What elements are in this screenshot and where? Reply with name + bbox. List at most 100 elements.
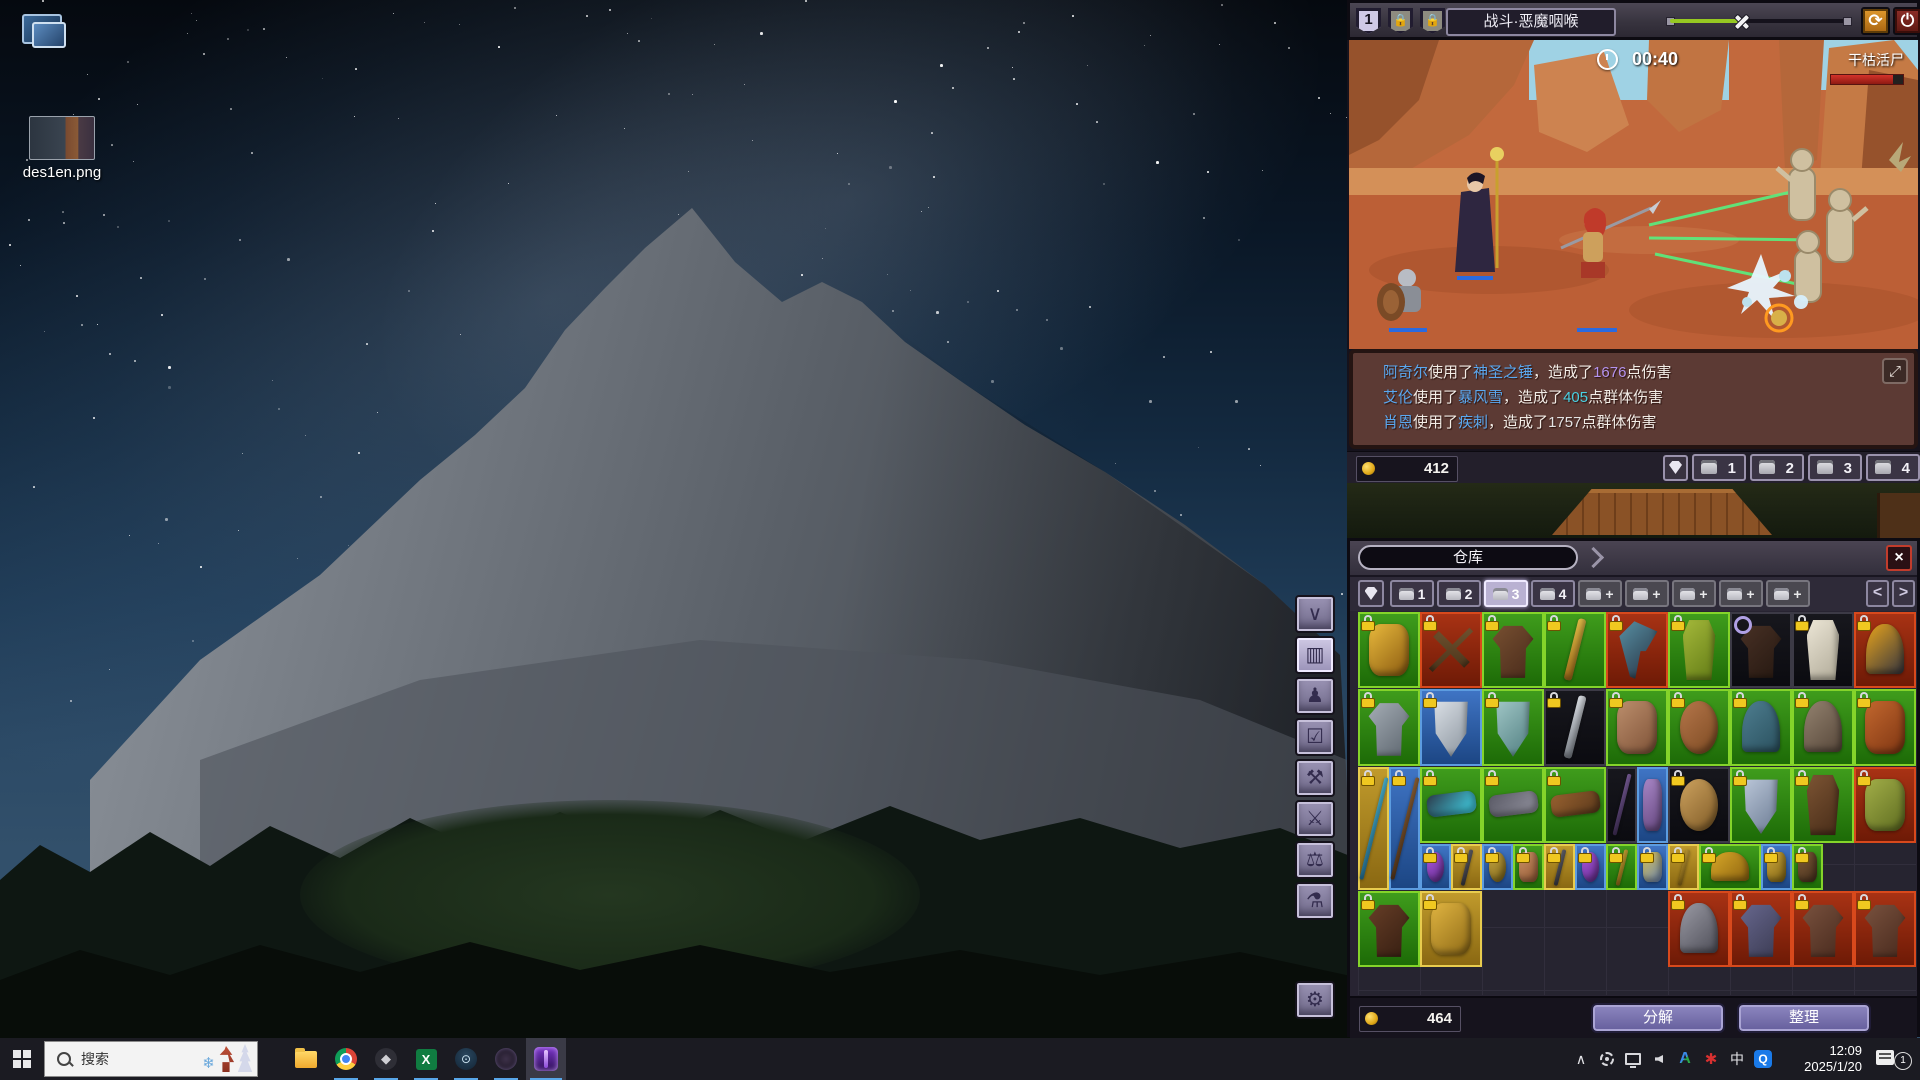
inventory-slot-gold-medal[interactable] [1482,844,1513,890]
inventory-slot-green-cloak[interactable] [1668,612,1730,688]
notification-center-button[interactable]: 1 [1868,1038,1920,1080]
toolbar-button-settings-gear-icon[interactable]: ⚙ [1295,981,1335,1019]
inventory-slot-bell-pendant[interactable] [1637,844,1668,890]
decompose-button[interactable]: 分解 [1591,1003,1725,1033]
inventory-slot-steel-shield[interactable] [1730,767,1792,843]
inventory-slot-dark-wand[interactable] [1606,767,1637,843]
tabs-next-button[interactable]: > [1892,580,1915,607]
sort-button[interactable]: 整理 [1737,1003,1871,1033]
inventory-slot-bone-wand[interactable] [1451,844,1482,890]
inventory-slot-leather-belt[interactable] [1544,767,1606,843]
inventory-slot-gold-hook[interactable] [1668,844,1699,890]
inventory-slot-strap-vest[interactable] [1792,891,1854,967]
inventory-slot-wooden-shield[interactable] [1668,689,1730,766]
inventory-slot-gold-plate[interactable] [1854,612,1916,688]
inventory-slot-strap-vest-2[interactable] [1854,891,1916,967]
warehouse-tab-add-1[interactable]: + [1578,580,1622,607]
team-button-4[interactable]: 4 [1866,454,1920,481]
inventory-slot-golden-spear[interactable] [1544,612,1606,688]
warehouse-tab-1[interactable]: 1 [1390,580,1434,607]
close-warehouse-button[interactable]: × [1886,545,1912,571]
inventory-slot-iron-rod[interactable] [1544,844,1575,890]
inventory-slot-violet-amulet[interactable] [1420,844,1451,890]
desktop-icon-pc[interactable] [20,12,64,52]
inventory-slot-bird-mask[interactable] [1854,689,1916,766]
warehouse-tab-add-3[interactable]: + [1672,580,1716,607]
taskbar-icon-steam[interactable]: ⊙ [446,1038,486,1080]
inventory-slot-gold-gauntlets[interactable] [1420,891,1482,967]
tray-chevron-up-icon[interactable]: ∧ [1568,1038,1594,1080]
battle-speed-slider[interactable] [1670,19,1848,23]
tray-network-icon[interactable] [1620,1038,1646,1080]
team-button-2[interactable]: 2 [1750,454,1804,481]
team-button-3[interactable]: 3 [1808,454,1862,481]
taskbar-icon-game-dark[interactable] [486,1038,526,1080]
slider-handle-swords-icon[interactable] [1730,10,1752,32]
start-button[interactable] [0,1038,44,1080]
lock-badge-icon[interactable]: 🔒 [1388,8,1413,34]
taskbar-icon-explorer[interactable] [286,1038,326,1080]
toolbar-button-collapse-icon[interactable]: ∨ [1295,595,1335,633]
toolbar-button-scales-icon[interactable]: ⚖ [1295,841,1335,879]
inventory-slot-steel-armor[interactable] [1358,689,1420,766]
inventory-slot-tower-shield[interactable] [1482,689,1544,766]
inventory-slot-gold-cross[interactable] [1606,844,1637,890]
inventory-slot-voodoo-doll[interactable] [1513,844,1544,890]
inventory-slot-gem-belt[interactable] [1420,767,1482,843]
inventory-slot-leather-chest[interactable] [1730,612,1792,688]
inventory-slot-pagoda-charm[interactable] [1637,767,1668,843]
toolbar-button-character-icon[interactable]: ♟ [1295,677,1335,715]
tray-q-app-icon[interactable]: Q [1750,1038,1776,1080]
taskbar-icon-game-active[interactable] [526,1038,566,1080]
refresh-button[interactable]: ⟳ [1861,7,1890,35]
toolbar-button-alchemy-icon[interactable]: ⚗ [1295,882,1335,920]
inventory-slot-long-sword[interactable] [1544,689,1606,766]
tray-volume-icon[interactable] [1646,1038,1672,1080]
warehouse-title-tab[interactable]: 仓库 [1358,545,1578,570]
warehouse-gem-button[interactable] [1358,580,1384,607]
warehouse-tab-4[interactable]: 4 [1531,580,1575,607]
inventory-slot-crossbow[interactable] [1420,612,1482,688]
tray-recorder-icon[interactable] [1594,1038,1620,1080]
tabs-prev-button[interactable]: < [1866,580,1889,607]
toolbar-button-warehouse-chest-icon[interactable]: ▥ [1295,636,1335,674]
search-input[interactable]: 搜索 ❄ [44,1041,258,1077]
gem-button[interactable] [1663,455,1688,481]
toolbar-button-forge-anvil-icon[interactable]: ⚒ [1295,759,1335,797]
taskbar-icon-unity[interactable]: ◆ [366,1038,406,1080]
taskbar-icon-excel[interactable]: X [406,1038,446,1080]
inventory-slot-navy-cuirass[interactable] [1730,891,1792,967]
inventory-slot-fur-coat[interactable] [1792,767,1854,843]
inventory-slot-green-gauntlets[interactable] [1854,767,1916,843]
toolbar-button-battle-swords-icon[interactable]: ⚔ [1295,800,1335,838]
inventory-slot-crate-charm[interactable] [1792,844,1823,890]
warehouse-tab-3[interactable]: 3 [1484,580,1528,607]
tray-ime-indicator[interactable]: 中 [1724,1038,1750,1080]
inventory-slot-kite-shield[interactable] [1420,689,1482,766]
inventory-slot-bronze-shield[interactable] [1668,767,1730,843]
inventory-slot-great-helm[interactable] [1730,689,1792,766]
warehouse-tab-add-2[interactable]: + [1625,580,1669,607]
lock-badge-icon-2[interactable]: 🔒 [1420,8,1445,34]
inventory-slot-brown-shirt[interactable] [1482,612,1544,688]
inventory-slot-crystal-staff[interactable] [1358,767,1389,890]
stage-badge[interactable]: 1 [1356,8,1381,34]
log-expand-icon[interactable]: ⤢ [1882,358,1908,384]
taskbar-icon-chrome[interactable] [326,1038,366,1080]
warehouse-tab-add-5[interactable]: + [1766,580,1810,607]
inventory-slot-wooden-staff[interactable] [1389,767,1420,890]
inventory-slot-gold-chain[interactable] [1761,844,1792,890]
desktop-icon-des1en[interactable]: des1en.png [14,116,110,200]
toolbar-button-quest-check-icon[interactable]: ☑ [1295,718,1335,756]
inventory-slot-golden-cape[interactable] [1358,612,1420,688]
inventory-slot-golden-greathelm[interactable] [1699,844,1761,890]
warehouse-tab-add-4[interactable]: + [1719,580,1763,607]
inventory-slot-dark-cuirass[interactable] [1358,891,1420,967]
warehouse-tab-2[interactable]: 2 [1437,580,1481,607]
inventory-slot-rune-axe[interactable] [1606,612,1668,688]
exit-battle-button[interactable]: ⏻ [1893,7,1920,35]
inventory-slot-studded-belt[interactable] [1482,767,1544,843]
inventory-slot-gladiator-helm[interactable] [1668,891,1730,967]
tray-app-a-icon[interactable]: A [1672,1038,1698,1080]
inventory-slot-leather-gloves[interactable] [1606,689,1668,766]
